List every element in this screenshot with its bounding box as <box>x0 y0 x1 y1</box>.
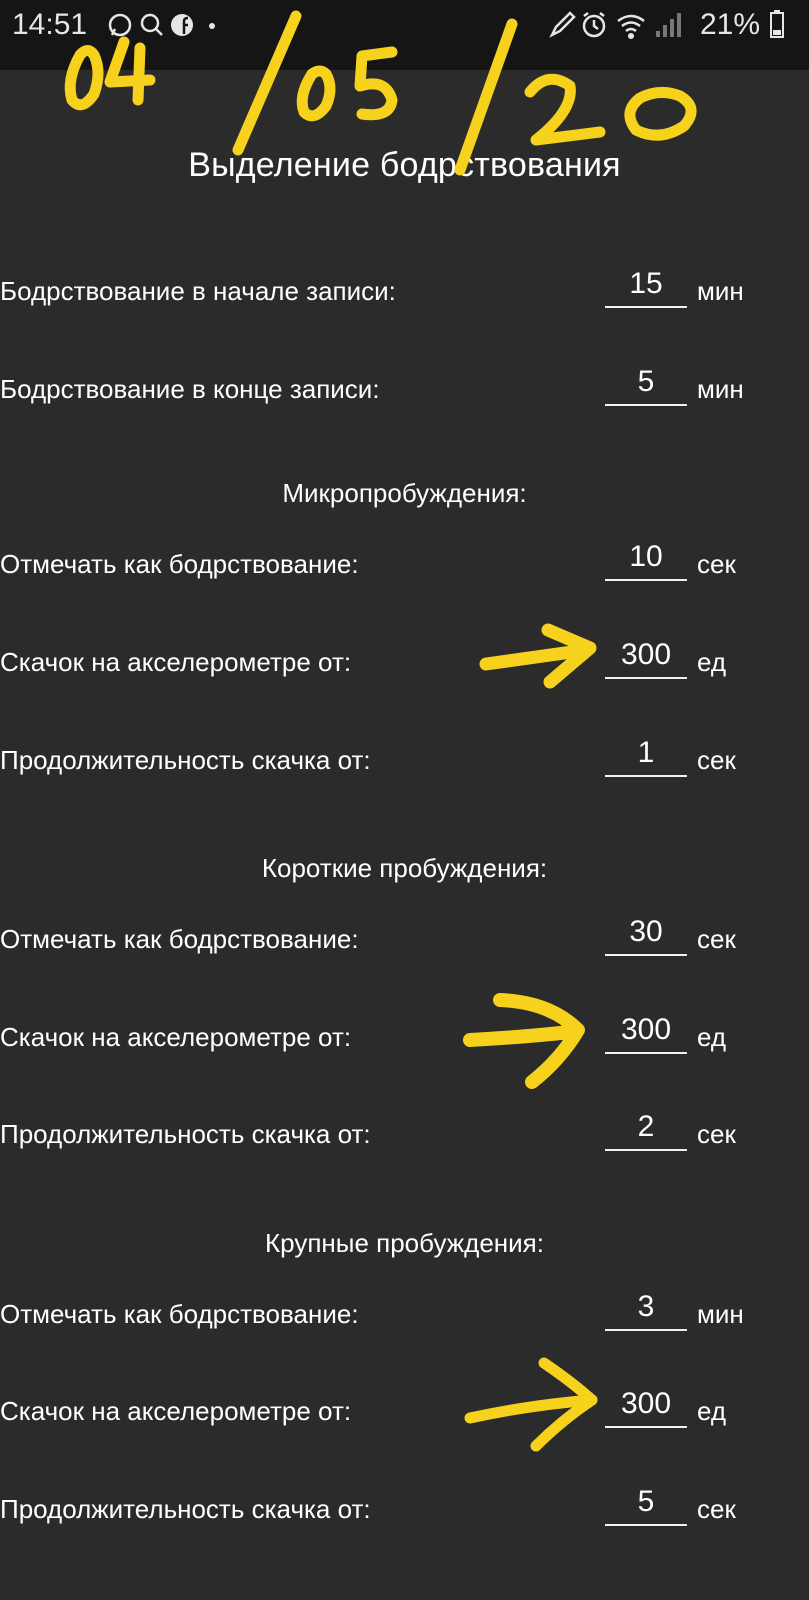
row-unit: сек <box>697 745 736 775</box>
micro-duration-input[interactable] <box>605 731 687 777</box>
settings-row: Бодрствование в начале записи: мин <box>0 262 809 322</box>
section-header-major: Крупные пробуждения: <box>265 1228 544 1258</box>
row-unit: ед <box>697 647 727 677</box>
major-duration-input[interactable] <box>605 1480 687 1526</box>
page-title: Выделение бодрствования <box>188 146 621 184</box>
row-label: Бодрствование в конце записи: <box>0 374 380 404</box>
status-time: 14:51 <box>12 8 88 41</box>
row-label: Продолжительность скачка от: <box>0 1494 371 1524</box>
micro-mark-awake-input[interactable] <box>605 535 687 581</box>
settings-row: Продолжительность скачка от: сек <box>0 1480 809 1540</box>
row-unit: сек <box>697 1119 736 1149</box>
settings-row: Отмечать как бодрствование: сек <box>0 535 809 595</box>
row-unit: сек <box>697 924 736 954</box>
search-icon <box>140 13 163 36</box>
facebook-icon <box>171 14 193 36</box>
dot-icon <box>209 23 215 29</box>
row-label: Бодрствование в начале записи: <box>0 276 396 306</box>
row-unit: мин <box>697 276 744 306</box>
micro-accel-threshold-input[interactable] <box>605 633 687 679</box>
major-accel-threshold-input[interactable] <box>605 1382 687 1428</box>
settings-row: Скачок на акселерометре от: ед <box>0 1008 809 1068</box>
short-accel-threshold-input[interactable] <box>605 1008 687 1054</box>
row-label: Продолжительность скачка от: <box>0 1119 371 1149</box>
row-label: Отмечать как бодрствование: <box>0 549 359 579</box>
row-label: Продолжительность скачка от: <box>0 745 371 775</box>
whatsapp-icon <box>108 13 132 37</box>
awake-start-input[interactable] <box>605 262 687 308</box>
row-unit: ед <box>697 1396 727 1426</box>
short-duration-input[interactable] <box>605 1105 687 1151</box>
settings-row: Продолжительность скачка от: сек <box>0 1105 809 1165</box>
short-mark-awake-input[interactable] <box>605 910 687 956</box>
section-header-short: Короткие пробуждения: <box>261 853 548 883</box>
status-bar: 14:51 21% <box>0 0 809 70</box>
row-label: Отмечать как бодрствование: <box>0 1299 359 1329</box>
row-label: Скачок на акселерометре от: <box>0 1396 352 1426</box>
handwritten-annotations <box>64 10 697 1452</box>
row-unit: мин <box>697 1299 744 1329</box>
settings-row: Скачок на акселерометре от: ед <box>0 1382 809 1442</box>
row-unit: сек <box>697 549 736 579</box>
notification-icons <box>108 13 215 37</box>
settings-row: Бодрствование в конце записи: мин <box>0 360 809 420</box>
row-unit: ед <box>697 1022 727 1052</box>
system-icons <box>549 11 681 40</box>
edit-icon <box>549 11 576 38</box>
row-label: Скачок на акселерометре от: <box>0 1022 352 1052</box>
settings-row: Скачок на акселерометре от: ед <box>0 633 809 693</box>
row-label: Отмечать как бодрствование: <box>0 924 359 954</box>
awake-end-input[interactable] <box>605 360 687 406</box>
settings-row: Отмечать как бодрствование: мин <box>0 1285 809 1345</box>
section-header-micro: Микропробуждения: <box>282 478 527 508</box>
battery-icon <box>770 10 784 38</box>
settings-row: Продолжительность скачка от: сек <box>0 731 809 791</box>
settings-row: Отмечать как бодрствование: сек <box>0 910 809 970</box>
row-unit: сек <box>697 1494 736 1524</box>
signal-icon <box>656 13 681 37</box>
row-label: Скачок на акселерометре от: <box>0 647 352 677</box>
alarm-icon <box>582 12 606 38</box>
wifi-icon <box>617 14 645 40</box>
major-mark-awake-input[interactable] <box>605 1285 687 1331</box>
row-unit: мин <box>697 374 744 404</box>
battery-percent: 21% <box>700 8 761 41</box>
